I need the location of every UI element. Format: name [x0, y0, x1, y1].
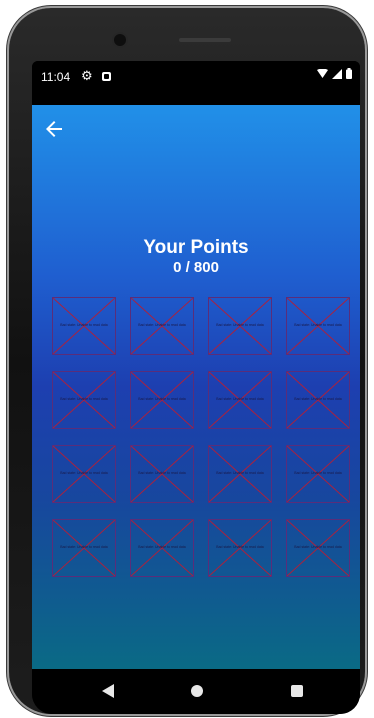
memory-card[interactable]: Bad state: Unable to read data [52, 445, 116, 503]
status-icons [317, 68, 352, 79]
battery-icon [346, 68, 352, 79]
screen: 11:04 ⚙ Your Points 0 / 800 Bad state: U… [32, 61, 360, 714]
settings-gear-icon: ⚙ [81, 68, 93, 83]
memory-card[interactable]: Bad state: Unable to read data [208, 297, 272, 355]
card-error-text: Bad state: Unable to read data [216, 545, 264, 549]
memory-card[interactable]: Bad state: Unable to read data [286, 445, 350, 503]
card-error-text: Bad state: Unable to read data [60, 397, 108, 401]
memory-card[interactable]: Bad state: Unable to read data [208, 445, 272, 503]
card-error-text: Bad state: Unable to read data [138, 323, 186, 327]
card-error-text: Bad state: Unable to read data [216, 397, 264, 401]
card-error-text: Bad state: Unable to read data [138, 545, 186, 549]
points-title: Your Points [143, 237, 249, 258]
card-error-text: Bad state: Unable to read data [138, 471, 186, 475]
card-error-text: Bad state: Unable to read data [294, 545, 342, 549]
memory-card[interactable]: Bad state: Unable to read data [286, 371, 350, 429]
nav-recents-icon[interactable] [291, 685, 303, 697]
card-error-text: Bad state: Unable to read data [216, 323, 264, 327]
card-error-text: Bad state: Unable to read data [294, 471, 342, 475]
wifi-icon [317, 69, 328, 78]
card-error-text: Bad state: Unable to read data [60, 545, 108, 549]
points-score: 0 / 800 [173, 259, 219, 276]
memory-card[interactable]: Bad state: Unable to read data [130, 445, 194, 503]
notification-icon [102, 72, 111, 81]
navigation-bar [32, 669, 360, 714]
memory-card[interactable]: Bad state: Unable to read data [130, 519, 194, 577]
card-error-text: Bad state: Unable to read data [60, 323, 108, 327]
status-bar: 11:04 ⚙ [32, 61, 360, 105]
phone-body: 11:04 ⚙ Your Points 0 / 800 Bad state: U… [9, 8, 365, 714]
memory-card[interactable]: Bad state: Unable to read data [286, 519, 350, 577]
device-frame: 11:04 ⚙ Your Points 0 / 800 Bad state: U… [0, 0, 374, 718]
app-content: Your Points 0 / 800 Bad state: Unable to… [32, 105, 360, 669]
card-error-text: Bad state: Unable to read data [138, 397, 186, 401]
memory-card[interactable]: Bad state: Unable to read data [208, 519, 272, 577]
memory-card[interactable]: Bad state: Unable to read data [52, 297, 116, 355]
nav-back-icon[interactable] [102, 684, 114, 698]
front-camera [114, 34, 126, 46]
card-error-text: Bad state: Unable to read data [294, 323, 342, 327]
status-time: 11:04 [41, 70, 71, 84]
signal-icon [332, 68, 342, 79]
memory-card[interactable]: Bad state: Unable to read data [286, 297, 350, 355]
arrow-back-icon[interactable] [42, 117, 66, 141]
card-error-text: Bad state: Unable to read data [60, 471, 108, 475]
memory-card[interactable]: Bad state: Unable to read data [52, 519, 116, 577]
earpiece-speaker [179, 38, 231, 42]
card-error-text: Bad state: Unable to read data [216, 471, 264, 475]
memory-card[interactable]: Bad state: Unable to read data [130, 297, 194, 355]
memory-card[interactable]: Bad state: Unable to read data [208, 371, 272, 429]
memory-card[interactable]: Bad state: Unable to read data [52, 371, 116, 429]
card-grid: Bad state: Unable to read data Bad state:… [52, 297, 356, 579]
card-error-text: Bad state: Unable to read data [294, 397, 342, 401]
memory-card[interactable]: Bad state: Unable to read data [130, 371, 194, 429]
nav-home-icon[interactable] [191, 685, 203, 697]
